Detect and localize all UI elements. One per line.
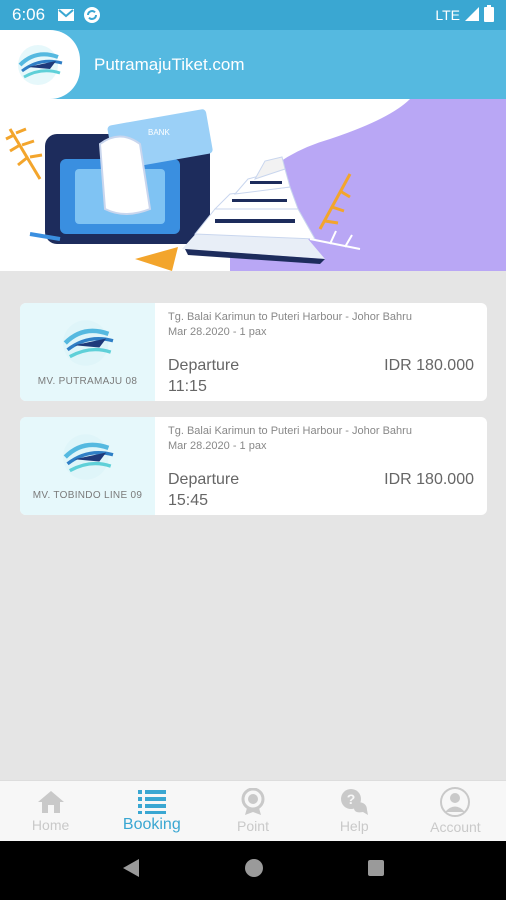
booking-card[interactable]: MV. TOBINDO LINE 09 Tg. Balai Karimun to…	[20, 417, 487, 515]
app-bar: PutramajuTiket.com	[0, 30, 506, 99]
ship-panel: MV. TOBINDO LINE 09	[20, 417, 155, 515]
badge-icon	[241, 788, 265, 815]
booking-route: Tg. Balai Karimun to Puteri Harbour - Jo…	[168, 425, 412, 437]
booking-list: MV. PUTRAMAJU 08 Tg. Balai Karimun to Pu…	[20, 303, 487, 531]
nav-account[interactable]: Account	[405, 781, 506, 841]
help-icon: ?	[341, 789, 369, 815]
network-type: LTE	[435, 7, 460, 23]
ship-logo-icon	[62, 433, 113, 480]
bank-card-text: BANK	[148, 128, 170, 137]
nav-label: Point	[237, 818, 269, 834]
departure-time: 11:15	[168, 378, 207, 395]
sync-icon	[83, 6, 101, 24]
gmail-icon	[57, 6, 75, 24]
status-bar: 6:06 LTE	[0, 0, 506, 30]
nav-booking[interactable]: Booking	[101, 781, 202, 841]
home-button-icon[interactable]	[244, 858, 264, 883]
departure-label: Departure	[168, 357, 240, 374]
ship-name: MV. TOBINDO LINE 09	[32, 489, 143, 501]
svg-text:?: ?	[347, 791, 356, 807]
booking-date: Mar 28.2020 - 1 pax	[168, 440, 267, 452]
battery-icon	[484, 5, 494, 25]
booking-route: Tg. Balai Karimun to Puteri Harbour - Jo…	[168, 311, 412, 323]
departure-time: 15:45	[168, 492, 209, 509]
nav-point[interactable]: Point	[202, 781, 303, 841]
departure-label: Departure	[168, 471, 240, 488]
signal-icon	[464, 6, 480, 25]
booking-price: IDR 180.000	[384, 471, 474, 488]
promo-banner: BANK	[0, 99, 506, 271]
booking-date: Mar 28.2020 - 1 pax	[168, 326, 267, 338]
ship-panel: MV. PUTRAMAJU 08	[20, 303, 155, 401]
bottom-nav: Home Booking Point ? Help Account	[0, 780, 506, 841]
nav-help[interactable]: ? Help	[304, 781, 405, 841]
nav-label: Help	[339, 818, 369, 834]
booking-card[interactable]: MV. PUTRAMAJU 08 Tg. Balai Karimun to Pu…	[20, 303, 487, 401]
home-icon	[37, 791, 64, 813]
back-icon[interactable]	[121, 857, 141, 884]
app-title: PutramajuTiket.com	[94, 54, 245, 74]
list-icon	[137, 790, 166, 814]
app-logo	[0, 30, 80, 99]
booking-info: Tg. Balai Karimun to Puteri Harbour - Jo…	[155, 417, 487, 515]
booking-price: IDR 180.000	[384, 357, 474, 374]
ship-name: MV. PUTRAMAJU 08	[37, 375, 138, 387]
nav-label: Home	[31, 817, 70, 833]
banner-illustration: BANK	[0, 99, 506, 271]
nav-label: Booking	[122, 816, 181, 833]
nav-home[interactable]: Home	[0, 781, 101, 841]
ship-logo-icon	[62, 319, 113, 366]
account-icon	[440, 787, 471, 817]
ship-logo-icon	[18, 44, 63, 85]
booking-info: Tg. Balai Karimun to Puteri Harbour - Jo…	[155, 303, 487, 401]
nav-label: Account	[430, 819, 481, 835]
system-nav-bar	[0, 841, 506, 900]
status-time: 6:06	[12, 5, 46, 24]
recents-icon[interactable]	[367, 859, 385, 882]
